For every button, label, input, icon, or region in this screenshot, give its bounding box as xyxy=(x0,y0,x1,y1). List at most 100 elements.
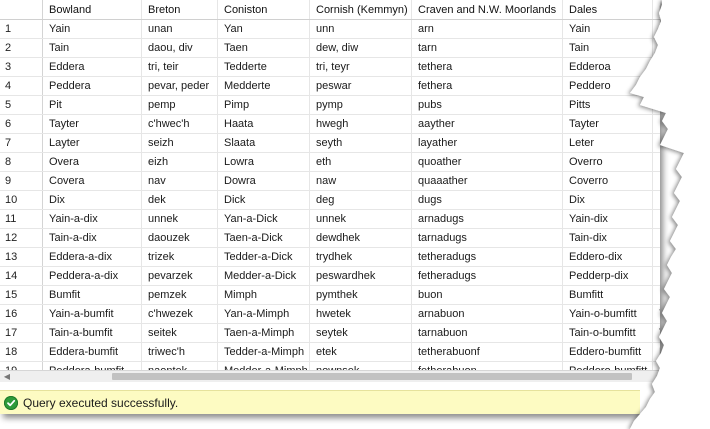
table-cell[interactable]: layather xyxy=(412,134,563,152)
table-cell[interactable]: tethera xyxy=(412,58,563,76)
table-cell[interactable]: c'hwec'h xyxy=(142,115,218,133)
row-number[interactable]: 18 xyxy=(0,343,43,361)
table-cell[interactable]: buon xyxy=(412,286,563,304)
table-cell[interactable]: tetherabuonf xyxy=(412,343,563,361)
row-number[interactable]: 11 xyxy=(0,210,43,228)
table-cell[interactable]: Pitts xyxy=(563,96,653,114)
table-cell[interactable]: Yain-dix xyxy=(563,210,653,228)
table-cell[interactable]: Ya xyxy=(653,305,660,323)
table-cell[interactable]: tri, teyr xyxy=(310,58,412,76)
row-number-header[interactable] xyxy=(0,0,43,19)
table-row[interactable]: 13 Eddera-a-dix trizek Tedder-a-Dick trydhek… xyxy=(0,248,660,267)
row-number[interactable]: 12 xyxy=(0,229,43,247)
table-cell[interactable]: hwetek xyxy=(310,305,412,323)
table-cell[interactable]: Slaata xyxy=(218,134,310,152)
table-cell[interactable]: Yain-o-bumfitt xyxy=(563,305,653,323)
table-cell[interactable]: seitek xyxy=(142,324,218,342)
table-cell[interactable]: Peddera xyxy=(43,77,142,95)
table-cell[interactable]: unnek xyxy=(142,210,218,228)
horizontal-scrollbar-thumb[interactable] xyxy=(112,373,632,380)
table-cell[interactable]: Edderoa xyxy=(563,58,653,76)
table-cell[interactable]: Tain xyxy=(653,39,660,57)
table-cell[interactable]: Medderte xyxy=(218,77,310,95)
table-cell[interactable]: Pit xyxy=(43,96,142,114)
column-header[interactable]: Bowland xyxy=(43,0,142,19)
table-cell[interactable] xyxy=(653,191,660,209)
table-cell[interactable]: Taen xyxy=(218,39,310,57)
row-number[interactable]: 7 xyxy=(0,134,43,152)
table-cell[interactable] xyxy=(653,115,660,133)
table-cell[interactable] xyxy=(653,248,660,266)
table-cell[interactable]: dugs xyxy=(412,191,563,209)
table-cell[interactable] xyxy=(653,210,660,228)
table-cell[interactable]: Dix xyxy=(563,191,653,209)
table-cell[interactable]: pemzek xyxy=(142,286,218,304)
table-cell[interactable]: Yain-a-bumfit xyxy=(43,305,142,323)
table-cell[interactable]: eth xyxy=(310,153,412,171)
table-cell[interactable]: eizh xyxy=(142,153,218,171)
table-cell[interactable]: Tain-dix xyxy=(563,229,653,247)
table-cell[interactable]: Tedderte xyxy=(218,58,310,76)
table-row[interactable]: 8 Overa eizh Lowra eth quoather Overro xyxy=(0,153,660,172)
table-cell[interactable]: Taen-a-Dick xyxy=(218,229,310,247)
table-cell[interactable]: quoather xyxy=(412,153,563,171)
table-cell[interactable]: pymp xyxy=(310,96,412,114)
table-cell[interactable]: Tedder-a-Mimph xyxy=(218,343,310,361)
table-cell[interactable]: Taen-a-Mimph xyxy=(218,324,310,342)
table-cell[interactable]: Mimph xyxy=(218,286,310,304)
table-cell[interactable]: tri, teir xyxy=(142,58,218,76)
table-row[interactable]: 6 Tayter c'hwec'h Haata hwegh aayther Tayter xyxy=(0,115,660,134)
table-cell[interactable]: Peddera-a-dix xyxy=(43,267,142,285)
table-cell[interactable]: Yan xyxy=(218,20,310,38)
table-cell[interactable] xyxy=(653,267,660,285)
table-cell[interactable]: arn xyxy=(412,20,563,38)
table-row[interactable]: 7 Layter seizh Slaata seyth layather Leter xyxy=(0,134,660,153)
table-cell[interactable]: Tayter xyxy=(43,115,142,133)
table-cell[interactable]: arnadugs xyxy=(412,210,563,228)
row-number[interactable]: 13 xyxy=(0,248,43,266)
table-cell[interactable]: quaaather xyxy=(412,172,563,190)
table-cell[interactable]: Haata xyxy=(218,115,310,133)
table-row[interactable]: 1YainunanYanunnarnYainYain xyxy=(0,20,660,39)
table-cell[interactable]: fethera xyxy=(412,77,563,95)
table-cell[interactable]: Dick xyxy=(218,191,310,209)
results-grid[interactable]: Bowland Breton Coniston Cornish (Kemmyn) Cra… xyxy=(0,0,660,372)
table-cell[interactable]: Tain-a-bumfit xyxy=(43,324,142,342)
table-cell[interactable]: tarn xyxy=(412,39,563,57)
table-cell[interactable]: nav xyxy=(142,172,218,190)
table-cell[interactable]: Eddero xyxy=(653,58,660,76)
table-cell[interactable]: pubs xyxy=(412,96,563,114)
table-cell[interactable] xyxy=(653,229,660,247)
table-cell[interactable]: Pedderp-dix xyxy=(563,267,653,285)
row-number[interactable]: 1 xyxy=(0,20,43,38)
table-cell[interactable]: dewdhek xyxy=(310,229,412,247)
table-cell[interactable]: Peddero xyxy=(563,77,653,95)
row-number[interactable]: 6 xyxy=(0,115,43,133)
table-cell[interactable]: peswardhek xyxy=(310,267,412,285)
column-header[interactable]: Craven and N.W. Moorlands xyxy=(412,0,563,19)
table-cell[interactable]: Tedder-a-Dick xyxy=(218,248,310,266)
column-header[interactable]: Dales xyxy=(563,0,653,19)
table-cell[interactable]: arnabuon xyxy=(412,305,563,323)
table-cell[interactable]: unnek xyxy=(310,210,412,228)
row-number[interactable]: 8 xyxy=(0,153,43,171)
table-cell[interactable]: deg xyxy=(310,191,412,209)
table-cell[interactable]: c'hwezek xyxy=(142,305,218,323)
table-cell[interactable]: Overro xyxy=(563,153,653,171)
table-cell[interactable]: etek xyxy=(310,343,412,361)
table-cell[interactable]: aayther xyxy=(412,115,563,133)
table-cell[interactable]: seytek xyxy=(310,324,412,342)
row-number[interactable]: 2 xyxy=(0,39,43,57)
table-row[interactable]: 11 Yain-a-dix unnek Yan-a-Dick unnek arnadugs… xyxy=(0,210,660,229)
table-cell[interactable]: dew, diw xyxy=(310,39,412,57)
table-cell[interactable]: Eddero-bumfitt xyxy=(563,343,653,361)
table-cell[interactable]: Yan-a-Mimph xyxy=(218,305,310,323)
table-cell[interactable]: Tayter xyxy=(563,115,653,133)
table-cell[interactable]: Tain xyxy=(563,39,653,57)
table-cell[interactable]: Yan-a-Dick xyxy=(218,210,310,228)
table-cell[interactable]: Overa xyxy=(43,153,142,171)
table-cell[interactable]: tetheradugs xyxy=(412,248,563,266)
table-row[interactable]: 18 Eddera-bumfit triwec'h Tedder-a-Mimph ete… xyxy=(0,343,660,362)
table-cell[interactable]: seyth xyxy=(310,134,412,152)
table-row[interactable]: 3 Eddera tri, teir Tedderte tri, teyr tethera… xyxy=(0,58,660,77)
